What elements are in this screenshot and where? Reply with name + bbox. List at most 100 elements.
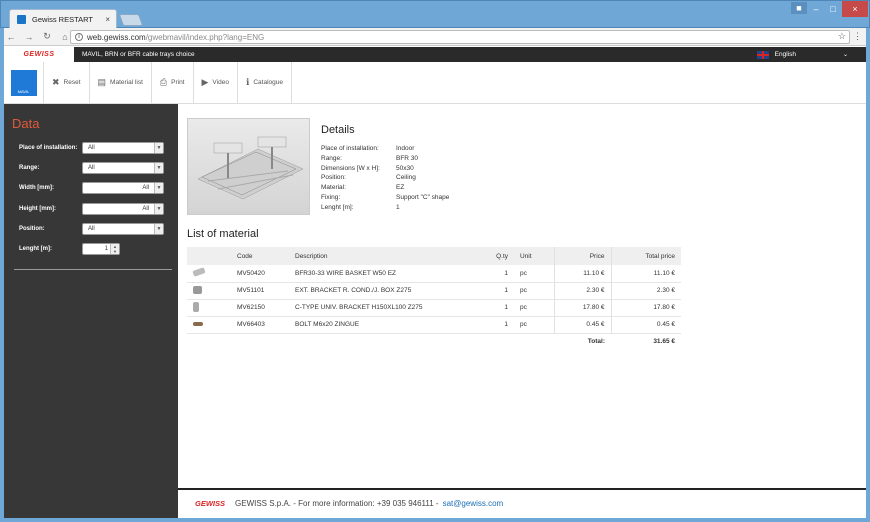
back-icon[interactable]: ← (4, 32, 18, 42)
range-select[interactable]: All ▼ (82, 162, 164, 174)
menu-icon[interactable]: ⋮ (853, 31, 862, 42)
cell-unit: pc (514, 299, 555, 317)
video-button[interactable]: ▶ Video (194, 62, 238, 103)
sidebar-divider (14, 269, 172, 270)
site-topbar: GEWISS MAVIL, BRN or BFR cable trays cho… (4, 47, 866, 62)
length-stepper[interactable]: 1 ▲ ▼ (82, 243, 120, 255)
maximize-button[interactable]: □ (825, 1, 841, 17)
cell-total: 17.80 € (611, 299, 681, 317)
row-thumb (187, 265, 231, 283)
cell-code: MV62150 (231, 299, 289, 317)
close-window-button[interactable]: × (842, 1, 868, 17)
detail-key: Material: (321, 184, 346, 192)
cell-total: 11.10 € (611, 265, 681, 283)
field-label: Place of installation: (19, 145, 78, 151)
row-thumb (187, 282, 231, 300)
detail-row: Dimensions [W x H]: 50x30 (321, 164, 449, 174)
cell-description: BOLT M6x20 ZINGUE (289, 316, 486, 334)
field-length: Lenght [m]: 1 ▲ ▼ (19, 243, 167, 255)
detail-value: Support "C" shape (396, 193, 450, 201)
cell-unit: pc (514, 282, 555, 300)
app-toolbar: MAVIL ✖ Reset ▤ Material list ⎙ Print ▶ Vide… (4, 62, 866, 104)
details-list: Place of installation: Indoor Range: BFR 3… (321, 144, 449, 213)
height-select[interactable]: All ▼ (82, 203, 164, 215)
footer-text: GEWISS S.p.A. - For more information: +3… (235, 499, 439, 508)
user-icon[interactable]: ■ (791, 2, 807, 14)
chevron-down-icon[interactable]: ⌄ (843, 51, 848, 58)
detail-key: Fixing: (321, 193, 341, 201)
material-list-button[interactable]: ▤ Material list (90, 62, 152, 103)
reload-icon[interactable]: ↻ (40, 31, 54, 42)
header-total: Total price (611, 247, 681, 265)
mavil-logo: MAVIL (4, 62, 44, 104)
footer: GEWISS GEWISS S.p.A. - For more informat… (195, 499, 503, 508)
header-price: Price (554, 247, 612, 265)
cell-unit: pc (514, 316, 555, 334)
close-tab-icon[interactable]: × (105, 15, 110, 24)
material-list-label: Material list (110, 79, 143, 86)
video-label: Video (212, 79, 229, 86)
detail-key: Lenght [m]: (321, 203, 354, 211)
place-of-installation-select[interactable]: All ▼ (82, 142, 164, 154)
footer-logo: GEWISS (195, 499, 226, 508)
field-range: Range: All ▼ (19, 162, 167, 174)
select-value: All (88, 165, 95, 171)
cell-qty: 1 (486, 265, 514, 283)
field-height: Height [mm]: All ▼ (19, 203, 167, 215)
gewiss-logo[interactable]: GEWISS (4, 47, 74, 62)
window-border-bottom (0, 518, 870, 522)
field-place-of-installation: Place of installation: All ▼ (19, 142, 167, 154)
detail-value: BFR 30 (396, 154, 419, 162)
browser-toolbar: ← → ↻ ⌂ i web.gewiss.com/gwebmavil/index… (0, 28, 870, 46)
window-border-left (0, 28, 4, 522)
uk-flag-icon (756, 50, 769, 59)
product-thumbnail (192, 267, 206, 278)
cell-total: 0.45 € (611, 316, 681, 334)
cell-price: 2.30 € (554, 282, 612, 300)
detail-value: 50x30 (396, 164, 414, 172)
tab-title: Gewiss RESTART (32, 15, 93, 24)
header-image (187, 247, 231, 265)
header-qty: Q.ty (486, 247, 514, 265)
new-tab-button[interactable] (118, 14, 144, 26)
info-icon[interactable]: i (75, 33, 83, 41)
width-select[interactable]: All ▼ (82, 182, 164, 194)
reset-button[interactable]: ✖ Reset (44, 62, 90, 103)
header-code: Code (231, 247, 289, 265)
detail-row: Lenght [m]: 1 (321, 203, 449, 213)
catalogue-button[interactable]: ℹ Catalogue (238, 62, 292, 103)
material-list-title: List of material (187, 228, 259, 240)
cell-code: MV51101 (231, 282, 289, 300)
cell-price: 17.80 € (554, 299, 612, 317)
row-thumb (187, 316, 231, 334)
language-selector[interactable]: English (756, 50, 796, 59)
cell-code: MV66403 (231, 316, 289, 334)
language-label: English (774, 51, 796, 58)
field-label: Position: (19, 226, 45, 232)
print-button[interactable]: ⎙ Print (152, 62, 194, 103)
detail-value: Indoor (396, 145, 415, 152)
url-path: /gwebmavil/index.php?lang=ENG (145, 32, 265, 42)
browser-tab[interactable]: Gewiss RESTART × (9, 9, 117, 29)
total-spacer (187, 333, 554, 350)
footer-email-link[interactable]: sat@gewiss.com (443, 499, 504, 508)
forward-icon[interactable]: → (22, 32, 36, 42)
bookmark-star-icon[interactable]: ☆ (838, 31, 846, 42)
cell-code: MV50420 (231, 265, 289, 283)
info-icon: ℹ (245, 77, 250, 87)
address-bar[interactable]: i web.gewiss.com/gwebmavil/index.php?lan… (70, 30, 850, 44)
field-width: Width [mm]: All ▼ (19, 182, 167, 194)
cell-total: 2.30 € (611, 282, 681, 300)
select-value: All (142, 185, 149, 191)
stepper-arrows-icon[interactable]: ▲ ▼ (110, 244, 119, 254)
header-unit: Unit (514, 247, 555, 265)
cross-icon: ✖ (52, 77, 60, 87)
detail-row: Range: BFR 30 (321, 154, 449, 164)
field-label: Height [mm]: (19, 206, 56, 212)
position-select[interactable]: All ▼ (82, 223, 164, 235)
cell-description: EXT. BRACKET R. COND./J. BOX Z275 (289, 282, 486, 300)
minimize-button[interactable]: – (808, 1, 824, 17)
table-row: MV66403 BOLT M6x20 ZINGUE 1 pc 0.45 € 0.… (187, 316, 681, 334)
detail-row: Material: EZ (321, 183, 449, 193)
cell-description: C-TYPE UNIV. BRACKET H150XL100 Z275 (289, 299, 486, 317)
